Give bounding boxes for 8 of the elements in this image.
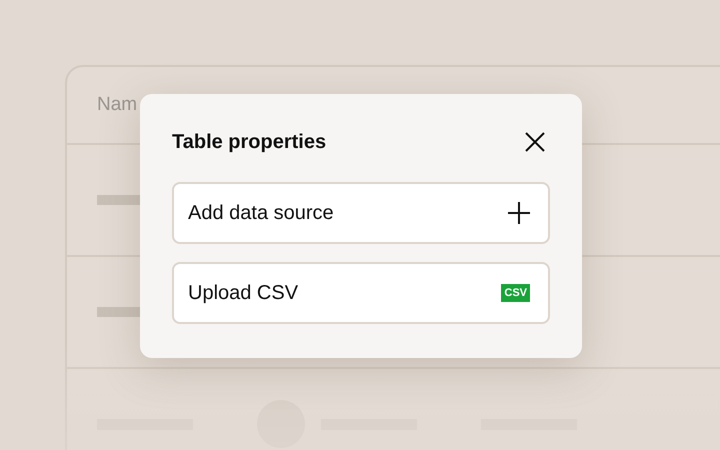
option-button[interactable]: Upload CSV CSV [172,262,550,324]
plus-icon [508,202,530,224]
csv-file-icon: CSV [501,284,530,302]
dialog-title: Table properties [172,130,326,154]
close-icon [524,131,546,153]
close-button[interactable] [524,131,546,153]
option-button[interactable]: Add data source [172,182,550,244]
column-header: Nam [97,94,138,116]
